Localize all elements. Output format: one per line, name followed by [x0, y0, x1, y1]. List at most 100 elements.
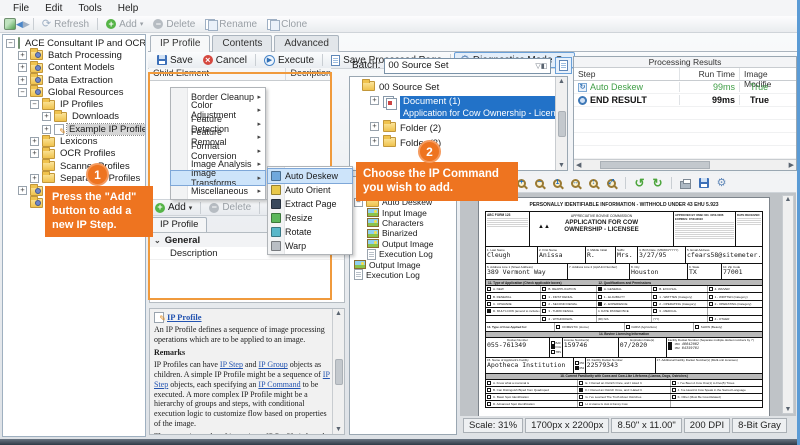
batch-tree-item[interactable]: + Document (1)Application for Cow Ownersh…	[350, 96, 555, 119]
tab-contents[interactable]: Contents	[212, 35, 272, 52]
result-tree-item-execution-log[interactable]: Execution Log	[350, 270, 456, 280]
dropdown-filter-icon[interactable]: ▽◧	[535, 62, 547, 70]
menu-item-miscellaneous[interactable]: Miscellaneous▸	[171, 185, 265, 199]
menu-item-extract-page[interactable]: Extract Page	[268, 197, 352, 211]
sidebar-item-ocr-profiles[interactable]: +OCR Profiles	[3, 148, 145, 160]
zoom-actual-button[interactable]: 1	[550, 176, 565, 191]
help-scrollbar[interactable]: ▲ ▼	[332, 309, 344, 434]
sidebar-item-example-ip-profile[interactable]: +Example IP Profile	[3, 123, 145, 135]
scroll-right-icon[interactable]: ▶	[789, 161, 794, 169]
scroll-up-icon[interactable]: ▲	[558, 78, 565, 85]
menu-tools[interactable]: Tools	[71, 2, 108, 15]
batch-dropdown[interactable]: 00 Source Set ▽◧	[384, 58, 551, 74]
menu-item-auto-orient[interactable]: Auto Orient	[268, 183, 352, 197]
expand-icon[interactable]: +	[30, 149, 39, 158]
column-child-element[interactable]: Child Element	[149, 68, 286, 80]
sidebar-item-content-models[interactable]: +Content Models	[3, 62, 145, 74]
sidebar-item-global-resources[interactable]: −Global Resources	[3, 86, 145, 98]
zoom-fit-page-button[interactable]: ⤢	[604, 176, 619, 191]
tab-ip-profile-properties[interactable]: IP Profile	[151, 217, 207, 232]
cancel-button[interactable]: ×Cancel	[198, 55, 252, 66]
result-tree-item-binarized[interactable]: Binarized	[350, 228, 456, 238]
result-tree-item-output-image[interactable]: Output Image	[350, 259, 456, 269]
add-step-button[interactable]: +Add▾	[152, 202, 195, 213]
sidebar-item-separation-profiles[interactable]: +Separation Profiles	[3, 172, 145, 184]
result-row-end-result[interactable]: END RESULT99msTrue	[574, 94, 796, 107]
save-button[interactable]: Save	[152, 55, 198, 66]
help-link[interactable]: IP Command	[258, 380, 300, 389]
expand-icon[interactable]: +	[18, 63, 27, 72]
sidebar-item-data-extraction[interactable]: +Data Extraction	[3, 74, 145, 86]
sidebar-item-ace-consultant-ip-and-ocr[interactable]: −ACE Consultant IP and OCR	[3, 37, 145, 49]
scroll-left-icon[interactable]: ◀	[576, 161, 581, 169]
delete-button[interactable]: −Delete	[148, 19, 200, 30]
expand-icon[interactable]: +	[42, 112, 51, 121]
menu-item-warp[interactable]: Warp	[268, 239, 352, 253]
result-tree-item-execution-log[interactable]: Execution Log	[350, 249, 456, 259]
save-image-button[interactable]	[696, 176, 711, 191]
tab-ip-profile[interactable]: IP Profile	[150, 35, 210, 52]
zoom-fit-width-button[interactable]: ↔	[568, 176, 583, 191]
menu-item-image-transforms[interactable]: Image Transforms▸	[171, 171, 265, 185]
execute-button[interactable]: ▶Execute	[259, 55, 319, 66]
expand-icon[interactable]: +	[18, 76, 27, 85]
expand-icon[interactable]: +	[370, 122, 379, 131]
clone-button[interactable]: Clone	[262, 19, 312, 30]
column-image-modified[interactable]: Image Modifie	[739, 68, 796, 80]
expand-icon[interactable]: +	[42, 125, 51, 134]
rename-button[interactable]: Rename	[200, 19, 262, 30]
processing-results-hscrollbar[interactable]: ◀ ▶	[574, 159, 796, 170]
scroll-up-icon[interactable]: ▲	[785, 196, 792, 203]
menu-item-format-conversion[interactable]: Format Conversion▸	[171, 144, 265, 158]
scroll-down-icon[interactable]: ▼	[335, 426, 342, 433]
scroll-thumb[interactable]	[600, 161, 710, 169]
selected-document[interactable]: Document (1)Application for Cow Ownershi…	[400, 96, 555, 119]
menu-file[interactable]: File	[6, 2, 36, 15]
preview-scrollbar[interactable]: ▲ ▼	[782, 195, 794, 414]
image-tools-button[interactable]: ⚙	[714, 176, 729, 191]
collapse-icon[interactable]: −	[30, 100, 39, 109]
sidebar-item-scanner-profiles[interactable]: Scanner Profiles	[3, 160, 145, 172]
sidebar-item-lexicons[interactable]: +Lexicons	[3, 135, 145, 147]
rotate-ccw-button[interactable]: ↺	[632, 176, 647, 191]
scroll-thumb[interactable]	[558, 111, 566, 137]
scroll-up-icon[interactable]: ▲	[335, 310, 342, 317]
expand-icon[interactable]: +	[30, 137, 39, 146]
print-button[interactable]	[678, 176, 693, 191]
sidebar-item-downloads[interactable]: +Downloads	[3, 111, 145, 123]
collapse-icon[interactable]: −	[18, 88, 27, 97]
sidebar-item-ip-profiles[interactable]: −IP Profiles	[3, 98, 145, 110]
batch-tree-item[interactable]: +Folder (3)	[350, 137, 555, 149]
sidebar-item-batch-processing[interactable]: +Batch Processing	[3, 49, 145, 61]
batch-tree-scrollbar[interactable]: ▲ ▼	[555, 77, 567, 170]
column-step[interactable]: Step	[574, 68, 679, 80]
refresh-button[interactable]: ⟳Refresh	[37, 19, 94, 30]
result-tree-item-output-image[interactable]: Output Image	[350, 239, 456, 249]
scroll-down-icon[interactable]: ▼	[558, 162, 565, 169]
result-tree-item-characters[interactable]: Characters	[350, 218, 456, 228]
result-tree-item-input-image[interactable]: Input Image	[350, 207, 456, 217]
expand-icon[interactable]: +	[18, 186, 27, 195]
delete-step-button[interactable]: −Delete	[206, 202, 254, 213]
batch-tree-item[interactable]: 00 Source Set	[350, 81, 555, 93]
back-icon[interactable]: ◀	[16, 20, 23, 29]
zoom-fit-height-button[interactable]: ↕	[586, 176, 601, 191]
expand-icon[interactable]: +	[18, 51, 27, 60]
expand-icon[interactable]: +	[370, 137, 379, 146]
help-link[interactable]: IP Group	[259, 360, 288, 369]
menu-edit[interactable]: Edit	[38, 2, 69, 15]
help-title-link[interactable]: IP Profile	[167, 312, 202, 322]
add-button[interactable]: +Add▾	[101, 19, 148, 30]
scroll-thumb[interactable]	[335, 359, 343, 385]
help-link[interactable]: IP Step	[220, 360, 243, 369]
result-row-auto-deskew[interactable]: ↻Auto Deskew99msTrue	[574, 81, 796, 94]
collapse-icon[interactable]: −	[6, 39, 15, 48]
menu-item-rotate[interactable]: Rotate	[268, 225, 352, 239]
menu-help[interactable]: Help	[111, 2, 146, 15]
menu-item-auto-deskew[interactable]: Auto Deskew	[268, 169, 352, 183]
expand-icon[interactable]: +	[370, 96, 379, 105]
column-description[interactable]: Decription	[286, 68, 331, 80]
menu-item-resize[interactable]: Resize	[268, 211, 352, 225]
preview-toggle-button[interactable]	[555, 57, 572, 74]
zoom-out-button[interactable]: −	[532, 176, 547, 191]
